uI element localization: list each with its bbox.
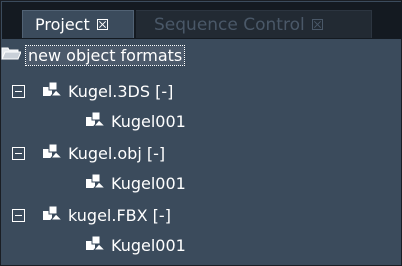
collapse-toggle[interactable] bbox=[12, 147, 25, 160]
tab-sequence-control[interactable]: Sequence Control bbox=[136, 10, 372, 38]
object-shapes-icon bbox=[41, 80, 64, 102]
tree-item-label: kugel.FBX [-] bbox=[68, 205, 171, 225]
object-shapes-icon bbox=[84, 172, 107, 194]
tree-root[interactable]: new object formats bbox=[1, 41, 186, 69]
tree-item-kugel001[interactable]: Kugel001 bbox=[84, 107, 186, 135]
object-shapes-icon bbox=[84, 110, 107, 132]
project-panel: Project Sequence Control new object form… bbox=[0, 0, 402, 266]
object-shapes-icon bbox=[41, 142, 64, 164]
tree-item-kugel-obj[interactable]: Kugel.obj [-] bbox=[41, 139, 165, 167]
tree-item-label: Kugel.obj [-] bbox=[68, 143, 166, 163]
tree-item-label: Kugel001 bbox=[111, 111, 186, 131]
tab-project[interactable]: Project bbox=[22, 10, 134, 38]
tab-sequence-control-label: Sequence Control bbox=[154, 14, 305, 35]
collapse-toggle[interactable] bbox=[12, 209, 25, 222]
tab-project-label: Project bbox=[35, 15, 90, 34]
tree-item-label: Kugel.3DS [-] bbox=[68, 81, 174, 101]
tree-item-label: Kugel001 bbox=[111, 235, 186, 255]
close-icon[interactable] bbox=[311, 19, 323, 30]
open-folder-icon bbox=[1, 45, 22, 65]
tree-item-kugel-fbx[interactable]: kugel.FBX [-] bbox=[41, 201, 171, 229]
object-shapes-icon bbox=[41, 204, 64, 226]
tree-root-label: new object formats bbox=[24, 44, 186, 66]
tree-item-kugel-3ds[interactable]: Kugel.3DS [-] bbox=[41, 77, 173, 105]
tree-item-kugel001[interactable]: Kugel001 bbox=[84, 231, 186, 259]
tree-item-kugel001[interactable]: Kugel001 bbox=[84, 169, 186, 197]
object-shapes-icon bbox=[84, 234, 107, 256]
close-icon[interactable] bbox=[96, 19, 108, 30]
collapse-toggle[interactable] bbox=[12, 85, 25, 98]
tree-item-label: Kugel001 bbox=[111, 173, 186, 193]
tab-bar: Project Sequence Control bbox=[2, 2, 402, 39]
